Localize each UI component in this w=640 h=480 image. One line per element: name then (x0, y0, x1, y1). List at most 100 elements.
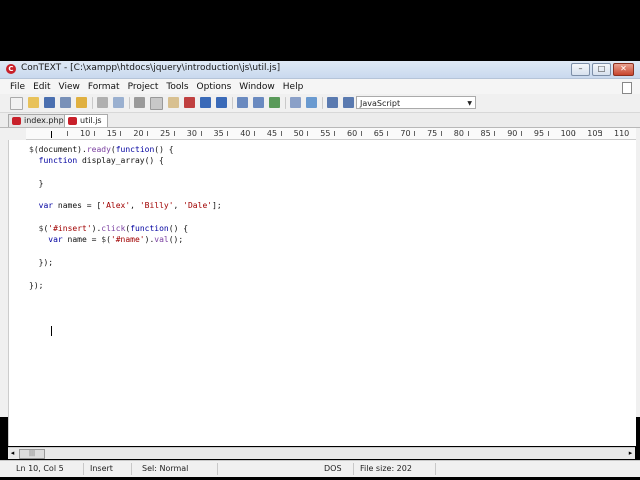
redo-icon[interactable] (216, 97, 227, 108)
ruler-tick (334, 131, 335, 136)
undo-icon[interactable] (200, 97, 211, 108)
ruler-tick (173, 131, 175, 136)
chevron-down-icon: ▼ (467, 100, 472, 107)
toolbar: JavaScript ▼ (0, 94, 640, 113)
cut-icon[interactable] (134, 97, 145, 108)
ruler-tick (467, 131, 469, 136)
save-icon[interactable] (44, 97, 55, 108)
menu-format[interactable]: Format (84, 79, 124, 93)
app-window: C ConTEXT - [C:\xampp\htdocs\jquery\intr… (0, 61, 640, 477)
ruler-mark: 50 (293, 129, 304, 138)
ruler-mark: 110 (614, 129, 630, 138)
menu-bar: File Edit View Format Project Tools Opti… (0, 79, 640, 94)
menu-project[interactable]: Project (124, 79, 163, 93)
code-line[interactable] (29, 167, 222, 178)
print-icon[interactable] (97, 97, 108, 108)
ruler-tick (253, 131, 255, 136)
toolbar-separator (322, 97, 323, 109)
ruler-mark: 70 (400, 129, 411, 138)
code-line[interactable]: } (29, 178, 222, 189)
menu-window[interactable]: Window (235, 79, 279, 93)
cursor-position: Ln 10, Col 5 (12, 463, 84, 475)
scroll-right-icon[interactable]: ▸ (626, 449, 635, 458)
code-line[interactable] (29, 268, 222, 279)
ruler-tick (440, 131, 442, 136)
code-text[interactable]: $(document).ready(function() { function … (29, 144, 222, 291)
code-line[interactable] (29, 189, 222, 200)
copy-icon[interactable] (150, 97, 163, 110)
highlighter-select[interactable]: JavaScript ▼ (356, 96, 476, 109)
ruler-mark: 25 (160, 129, 171, 138)
user-command-1-icon[interactable] (327, 97, 338, 108)
status-bar: Ln 10, Col 5 Insert Sel: Normal DOS File… (0, 460, 640, 477)
find-next-icon[interactable] (253, 97, 264, 108)
ruler-tick (227, 131, 229, 136)
tab-label: index.php (24, 116, 64, 125)
document-icon[interactable] (622, 82, 632, 94)
tool-icon[interactable] (306, 97, 317, 108)
toolbar-separator (285, 97, 286, 109)
menu-file[interactable]: File (4, 79, 29, 93)
user-command-2-icon[interactable] (343, 97, 354, 108)
code-line[interactable] (29, 246, 222, 257)
ruler-tick (360, 131, 362, 136)
paste-icon[interactable] (168, 97, 179, 108)
scroll-left-icon[interactable]: ◂ (8, 449, 17, 458)
open-folder-icon[interactable] (28, 97, 39, 108)
print-preview-icon[interactable] (113, 97, 124, 108)
code-line[interactable]: function display_array() { (29, 155, 222, 166)
menu-view[interactable]: View (55, 79, 84, 93)
horizontal-scrollbar[interactable]: ◂ ||| ▸ (8, 447, 635, 459)
ruler-tick (280, 131, 282, 136)
code-line[interactable]: var name = $('#name').val(); (29, 234, 222, 245)
toolbar-separator (232, 97, 233, 109)
code-line[interactable]: }); (29, 280, 222, 291)
delete-icon[interactable] (184, 97, 195, 108)
scroll-thumb[interactable]: ||| (19, 449, 45, 459)
file-icon (12, 117, 21, 125)
save-all-icon[interactable] (60, 97, 71, 108)
ruler-tick (307, 131, 309, 136)
indent-icon[interactable] (290, 97, 301, 108)
close-button[interactable]: ✕ (613, 63, 634, 76)
ruler-mark: 10 (80, 129, 91, 138)
window-title: ConTEXT - [C:\xampp\htdocs\jquery\introd… (21, 63, 281, 73)
ruler-caret-marker (51, 131, 52, 138)
line-ending-format: DOS (320, 463, 354, 475)
code-line[interactable] (29, 212, 222, 223)
toolbar-separator (92, 97, 93, 109)
ruler-tick (93, 131, 95, 136)
replace-icon[interactable] (269, 97, 280, 108)
ruler-tick (67, 131, 68, 136)
menu-options[interactable]: Options (193, 79, 236, 93)
menu-help[interactable]: Help (279, 79, 308, 93)
open-project-icon[interactable] (76, 97, 87, 108)
maximize-button[interactable]: □ (592, 63, 611, 76)
file-tabs: index.php util.js (0, 113, 640, 128)
text-cursor (51, 326, 52, 336)
ruler-tick (520, 131, 522, 136)
title-bar: C ConTEXT - [C:\xampp\htdocs\jquery\intr… (0, 61, 640, 79)
file-icon (68, 117, 77, 125)
ruler-mark: 85 (480, 129, 491, 138)
menu-edit[interactable]: Edit (29, 79, 54, 93)
tab-util-js[interactable]: util.js (64, 114, 108, 127)
new-file-icon[interactable] (10, 97, 23, 110)
ruler-tick (574, 131, 576, 136)
code-line[interactable]: var names = ['Alex', 'Billy', 'Dale']; (29, 200, 222, 211)
code-line[interactable]: }); (29, 257, 222, 268)
tab-index-php[interactable]: index.php (8, 114, 70, 127)
find-icon[interactable] (237, 97, 248, 108)
ruler-mark: 90 (507, 129, 518, 138)
selection-mode: Sel: Normal (138, 463, 218, 475)
highlighter-value: JavaScript (360, 99, 401, 108)
ruler-mark: 20 (133, 129, 144, 138)
code-editor[interactable]: $(document).ready(function() { function … (8, 140, 636, 446)
code-line[interactable]: $(document).ready(function() { (29, 144, 222, 155)
minimize-button[interactable]: – (571, 63, 590, 76)
insert-mode: Insert (86, 463, 132, 475)
code-line[interactable]: $('#insert').click(function() { (29, 223, 222, 234)
gutter (9, 140, 27, 446)
menu-tools[interactable]: Tools (162, 79, 192, 93)
ruler-tick (494, 131, 496, 136)
